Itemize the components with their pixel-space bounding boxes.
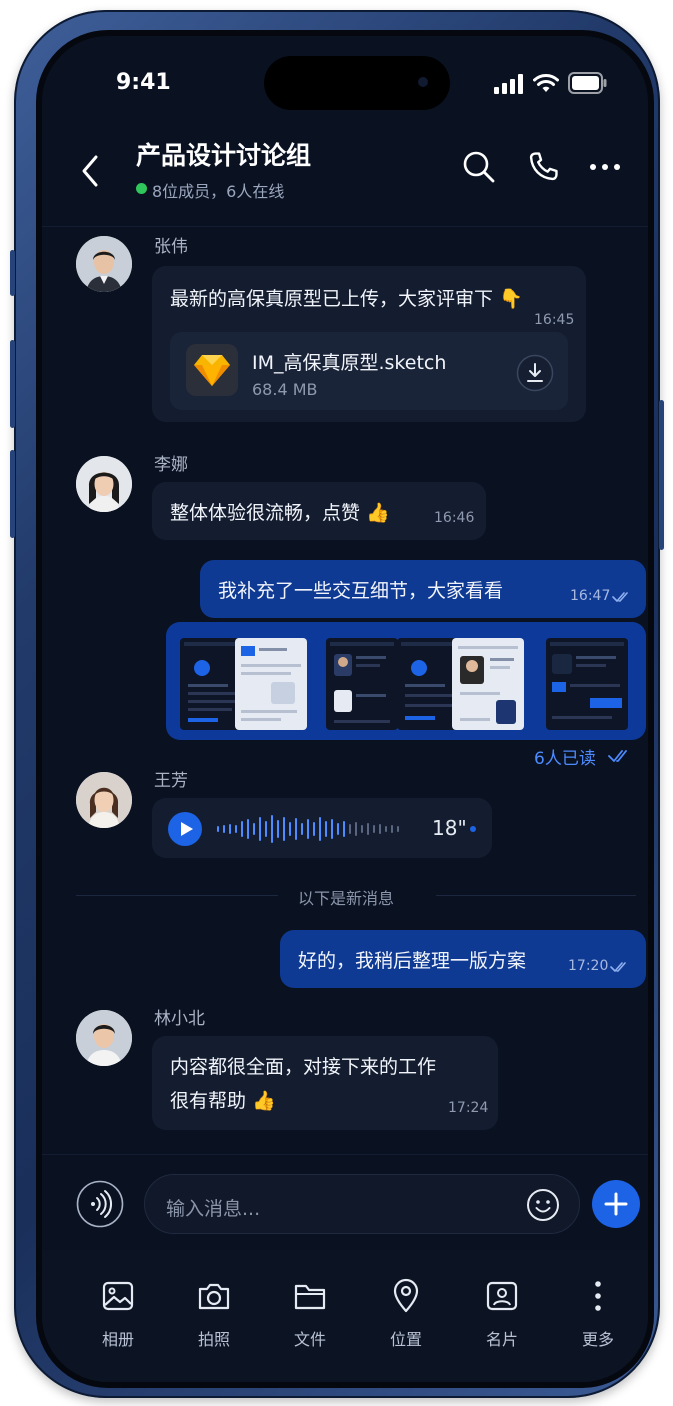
folder-icon [294, 1284, 326, 1310]
avatar[interactable] [76, 772, 132, 828]
read-status[interactable]: 6人已读 [534, 744, 596, 769]
member-status: 8位成员，6人在线 [152, 182, 285, 201]
message-text-line2: 很有帮助 👍 [170, 1090, 276, 1112]
read-check-icon [608, 750, 627, 762]
mute-switch [10, 250, 15, 296]
phone-call-icon[interactable] [526, 150, 560, 184]
sketch-file-icon [186, 344, 238, 396]
message-bubble[interactable] [152, 1036, 498, 1130]
avatar-woman-icon [76, 772, 132, 828]
header-divider [42, 226, 648, 227]
message-text: 最新的高保真原型已上传，大家评审下 👇 [170, 288, 523, 310]
search-icon[interactable] [462, 150, 496, 184]
camera-icon [198, 1283, 230, 1310]
image-thumbnail[interactable] [235, 638, 307, 730]
file-name: IM_高保真原型.sketch [252, 352, 447, 374]
bottom-toolbar [42, 1250, 648, 1382]
toolbar-label: 位置 [389, 1330, 422, 1349]
toolbar-label: 文件 [293, 1330, 326, 1349]
chat-title: 产品设计讨论组 [136, 141, 312, 170]
message-text-line1: 内容都很全面，对接下来的工作 [170, 1056, 437, 1078]
waveform-icon [217, 815, 399, 843]
volume-up-button [10, 340, 15, 428]
avatar[interactable] [76, 1010, 132, 1066]
message-time: 16:47 [570, 588, 611, 604]
status-time: 9:41 [116, 70, 171, 95]
back-icon[interactable] [80, 154, 100, 188]
message-time: 17:20 [568, 958, 609, 974]
sender-name: 李娜 [154, 455, 188, 475]
power-button [659, 400, 664, 550]
message-time: 16:46 [434, 510, 475, 526]
more-vertical-icon [595, 1281, 601, 1311]
avatar[interactable] [76, 456, 132, 512]
voice-duration: 18" [432, 816, 467, 840]
toolbar-label: 名片 [485, 1330, 518, 1349]
contact-card-icon [486, 1281, 518, 1311]
image-thumbnail[interactable] [326, 638, 398, 730]
new-messages-divider: 以下是新消息 [298, 889, 395, 908]
online-indicator [136, 183, 147, 194]
message-text: 我补充了一些交互细节，大家看看 [218, 580, 504, 602]
wifi-icon [533, 74, 559, 92]
battery-icon [568, 72, 607, 94]
more-options-icon[interactable] [588, 162, 622, 172]
photo-icon [102, 1281, 134, 1311]
message-input-placeholder: 输入消息... [166, 1198, 261, 1220]
download-icon[interactable] [516, 354, 554, 392]
divider-line-left [76, 895, 278, 896]
phone-frame: 9:41 产品设计讨论组 8位成员，6人在线 张伟 最新的高保真原型已上传，大家… [10, 10, 664, 1398]
avatar-woman-icon [76, 456, 132, 512]
image-thumbnail[interactable] [452, 638, 524, 730]
message-time: 16:45 [534, 312, 575, 328]
signal-icon [494, 74, 523, 94]
unplayed-dot [470, 826, 476, 832]
message-text: 整体体验很流畅，点赞 👍 [170, 502, 390, 524]
dynamic-island [264, 56, 450, 110]
read-check-icon [610, 962, 626, 972]
read-check-icon [612, 592, 628, 602]
divider-line-right [436, 895, 636, 896]
toolbar-label: 相册 [101, 1330, 134, 1349]
avatar[interactable] [76, 236, 132, 292]
toolbar-label: 拍照 [197, 1330, 230, 1349]
avatar-man-icon [76, 1010, 132, 1066]
location-icon [393, 1278, 419, 1313]
input-divider [42, 1154, 648, 1155]
image-thumbnail[interactable] [546, 638, 628, 730]
toolbar-label: 更多 [581, 1330, 614, 1349]
add-icon[interactable] [592, 1180, 640, 1228]
message-text: 好的，我稍后整理一版方案 [298, 950, 527, 972]
sender-name: 林小北 [154, 1009, 205, 1029]
avatar-man-icon [76, 236, 132, 292]
file-size: 68.4 MB [252, 380, 318, 399]
voice-input-icon[interactable] [76, 1180, 124, 1228]
chat-screen: 9:41 产品设计讨论组 8位成员，6人在线 张伟 最新的高保真原型已上传，大家… [42, 36, 648, 1382]
sender-name: 张伟 [154, 237, 188, 257]
emoji-icon[interactable] [526, 1188, 560, 1222]
sender-name: 王芳 [154, 771, 188, 791]
volume-down-button [10, 450, 15, 538]
phone-bezel: 9:41 产品设计讨论组 8位成员，6人在线 张伟 最新的高保真原型已上传，大家… [36, 30, 654, 1388]
message-time: 17:24 [448, 1100, 489, 1116]
play-icon[interactable] [168, 812, 202, 846]
